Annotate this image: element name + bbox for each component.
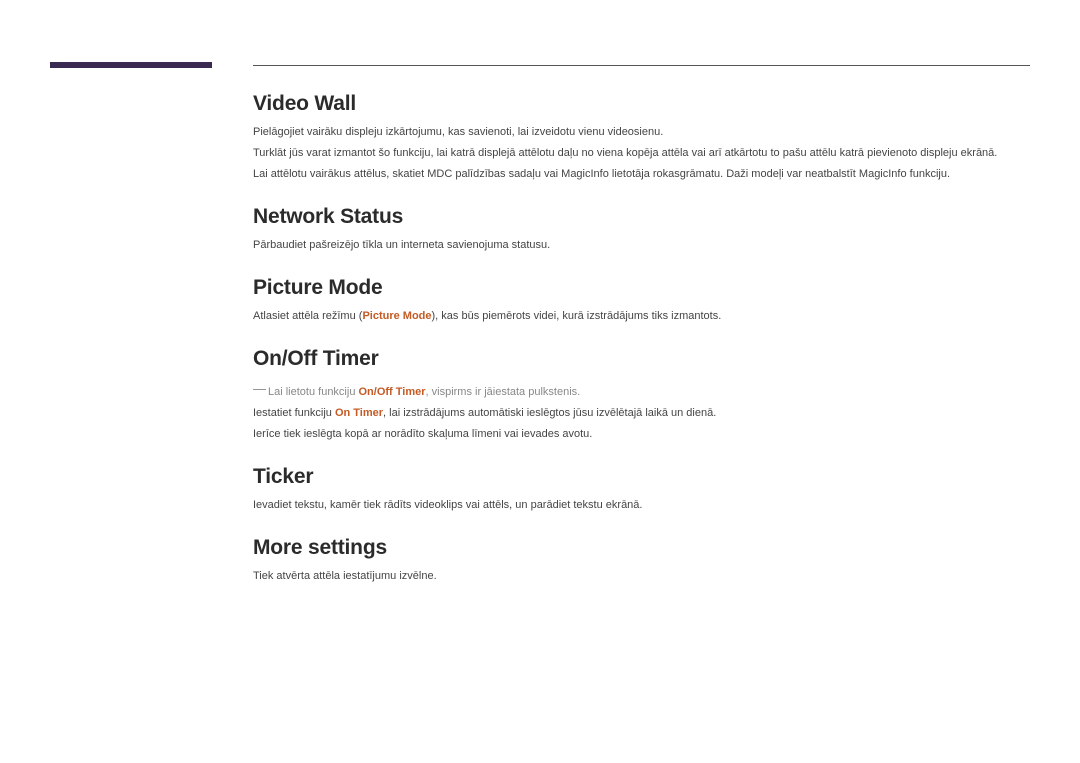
heading-more-settings: More settings xyxy=(253,536,1030,560)
heading-picture-mode: Picture Mode xyxy=(253,276,1030,300)
horizontal-rule xyxy=(253,65,1030,66)
paragraph: Ievadiet tekstu, kamēr tiek rādīts video… xyxy=(253,497,1030,514)
section-ticker: Ticker Ievadiet tekstu, kamēr tiek rādīt… xyxy=(253,465,1030,514)
text: ), kas būs piemērots videi, kurā izstrād… xyxy=(432,310,722,322)
document-content: Video Wall Pielāgojiet vairāku displeju … xyxy=(253,92,1030,607)
paragraph: Pielāgojiet vairāku displeju izkārtojumu… xyxy=(253,124,1030,141)
note-line: ―Lai lietotu funkciju On/Off Timer, visp… xyxy=(253,379,1030,401)
paragraph: Atlasiet attēla režīmu (Picture Mode), k… xyxy=(253,308,1030,325)
text: , vispirms ir jāiestata pulkstenis. xyxy=(426,386,581,398)
section-more-settings: More settings Tiek atvērta attēla iestat… xyxy=(253,536,1030,585)
note-text: Lai lietotu funkciju On/Off Timer, vispi… xyxy=(268,386,580,398)
heading-network-status: Network Status xyxy=(253,205,1030,229)
heading-ticker: Ticker xyxy=(253,465,1030,489)
inline-bold: On Timer xyxy=(335,407,383,419)
paragraph: Ierīce tiek ieslēgta kopā ar norādīto sk… xyxy=(253,426,1030,443)
note-dash-icon: ― xyxy=(253,381,266,396)
paragraph: Tiek atvērta attēla iestatījumu izvēlne. xyxy=(253,568,1030,585)
accent-bar xyxy=(50,62,212,68)
inline-bold: On/Off Timer xyxy=(359,386,426,398)
text: Iestatiet funkciju xyxy=(253,407,335,419)
section-picture-mode: Picture Mode Atlasiet attēla režīmu (Pic… xyxy=(253,276,1030,325)
heading-video-wall: Video Wall xyxy=(253,92,1030,116)
heading-on-off-timer: On/Off Timer xyxy=(253,347,1030,371)
paragraph: Turklāt jūs varat izmantot šo funkciju, … xyxy=(253,145,1030,162)
text: Lai lietotu funkciju xyxy=(268,386,359,398)
paragraph: Lai attēlotu vairākus attēlus, skatiet M… xyxy=(253,166,1030,183)
paragraph: Pārbaudiet pašreizējo tīkla un interneta… xyxy=(253,237,1030,254)
section-on-off-timer: On/Off Timer ―Lai lietotu funkciju On/Of… xyxy=(253,347,1030,443)
text: Atlasiet attēla režīmu ( xyxy=(253,310,362,322)
section-video-wall: Video Wall Pielāgojiet vairāku displeju … xyxy=(253,92,1030,183)
section-network-status: Network Status Pārbaudiet pašreizējo tīk… xyxy=(253,205,1030,254)
paragraph: Iestatiet funkciju On Timer, lai izstrād… xyxy=(253,405,1030,422)
inline-bold: Picture Mode xyxy=(362,310,431,322)
text: , lai izstrādājums automātiski ieslēgtos… xyxy=(383,407,716,419)
